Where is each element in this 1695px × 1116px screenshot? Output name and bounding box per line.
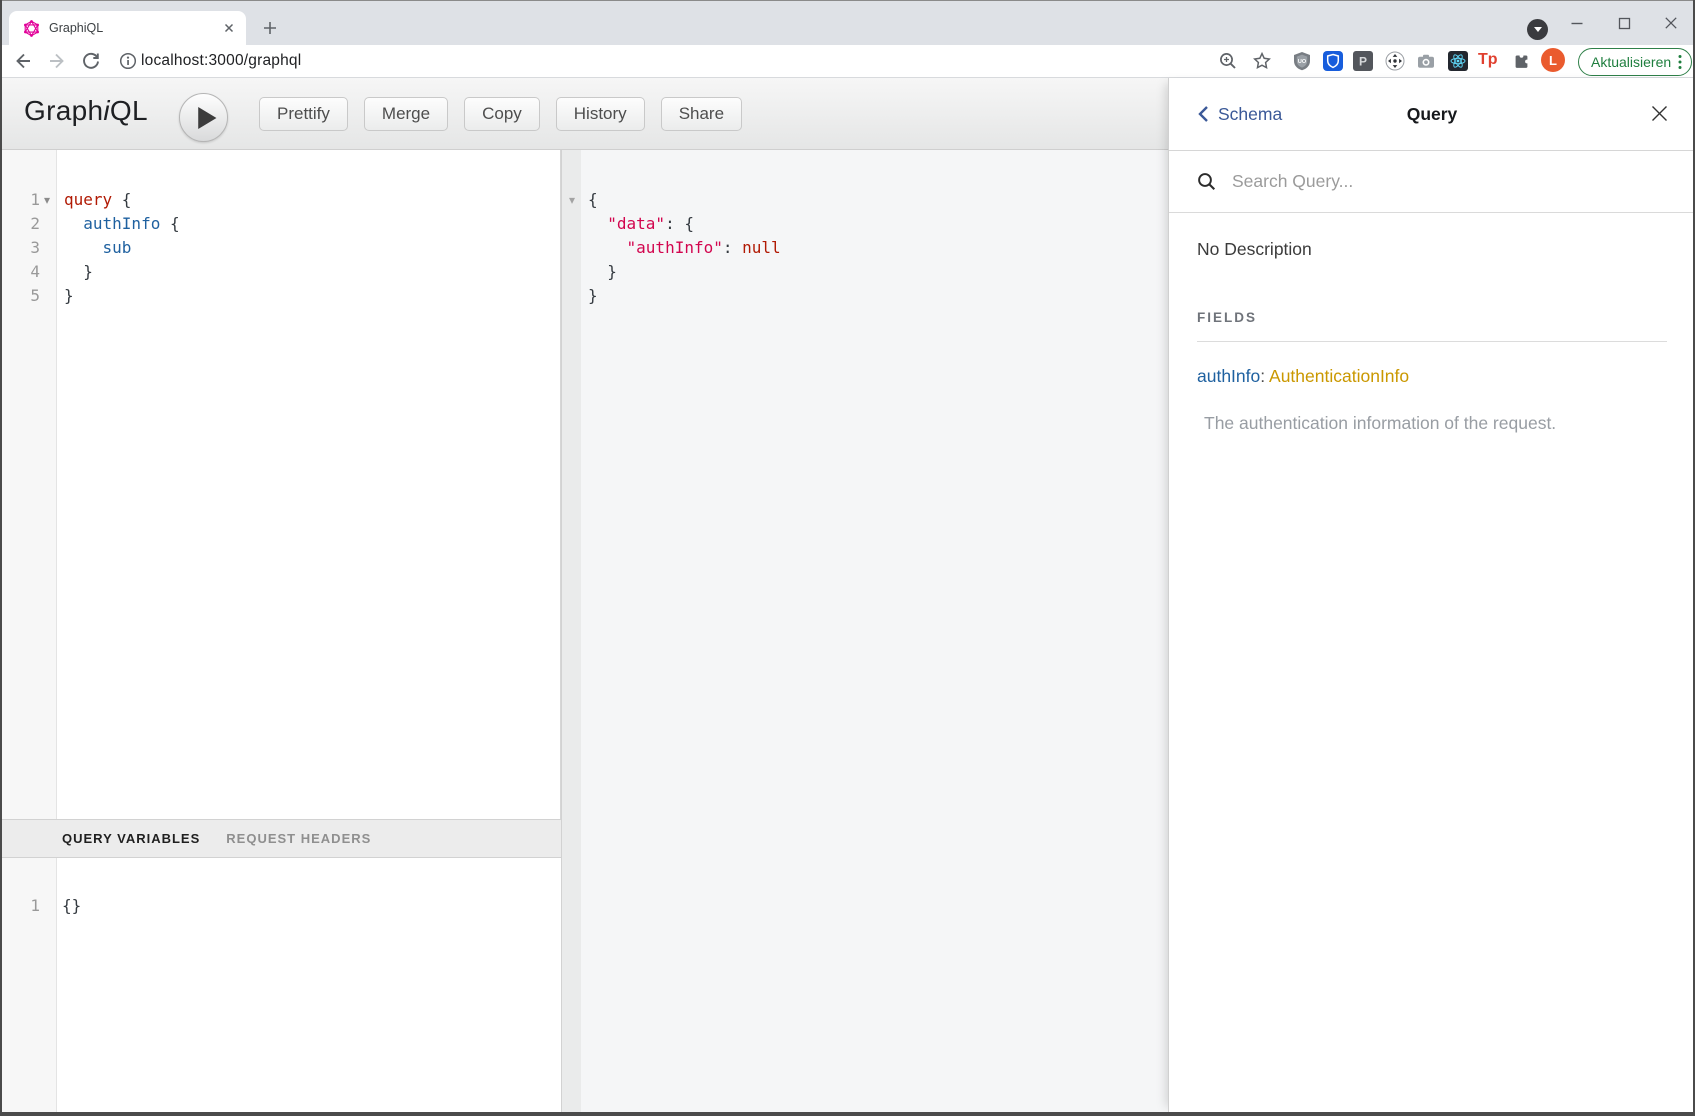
p-extension-icon[interactable]: P <box>1353 51 1373 71</box>
tab-close-icon[interactable] <box>222 21 236 35</box>
graphiql-logo: GraphiQL <box>24 95 148 127</box>
new-tab-button[interactable] <box>256 14 284 42</box>
graphiql-toolbar: GraphiQL Prettify Merge Copy History Share <box>0 78 1168 150</box>
window-edge-top <box>0 0 1695 1</box>
result-viewer-pane: { "data": { "authInfo": null }} <box>581 150 1168 1112</box>
graphql-favicon-icon <box>23 20 40 37</box>
doc-close-button[interactable] <box>1650 104 1669 123</box>
browser-tab-graphiql[interactable]: GraphiQL <box>9 11 246 45</box>
browser-window: GraphiQL localhost:3000/graphql <box>0 0 1695 1116</box>
doc-back-label: Schema <box>1218 104 1282 125</box>
doc-field-type[interactable]: AuthenticationInfo <box>1269 366 1409 386</box>
doc-field-description: The authentication information of the re… <box>1204 413 1667 434</box>
forward-icon[interactable] <box>47 51 67 71</box>
doc-search-input[interactable] <box>1230 170 1614 193</box>
fold-arrow-icon[interactable]: ▾ <box>44 194 50 206</box>
move-tool-icon[interactable] <box>1385 51 1405 71</box>
back-icon[interactable] <box>13 51 33 71</box>
site-info-icon[interactable] <box>118 51 138 71</box>
tp-extension-icon[interactable]: Tp <box>1478 51 1498 69</box>
doc-back-button[interactable]: Schema <box>1197 104 1282 125</box>
window-edge-left <box>0 0 2 1116</box>
chevron-left-icon <box>1197 105 1209 123</box>
doc-explorer-header: Schema Query <box>1169 78 1695 151</box>
react-devtools-icon[interactable] <box>1448 51 1468 71</box>
search-icon <box>1197 172 1217 192</box>
query-code[interactable]: query { authInfo { sub }} <box>64 188 180 308</box>
query-editor-pane[interactable]: 12345 ▾ query { authInfo { sub }} <box>2 150 561 819</box>
window-edge-bottom <box>0 1112 1695 1116</box>
p-extension-label: P <box>1359 55 1367 69</box>
variables-line-numbers: 1 <box>2 894 40 918</box>
doc-search-row <box>1169 151 1695 213</box>
update-browser-label: Aktualisieren <box>1591 54 1671 70</box>
doc-fields-heading: FIELDS <box>1197 310 1667 342</box>
tab-strip: GraphiQL <box>0 0 1695 45</box>
toolbar-button-history[interactable]: History <box>556 97 645 131</box>
update-browser-button[interactable]: Aktualisieren <box>1578 48 1692 76</box>
close-icon <box>1650 104 1669 123</box>
doc-field-name[interactable]: authInfo <box>1197 366 1260 386</box>
variables-code[interactable]: {} <box>62 894 81 918</box>
bookmark-star-icon[interactable] <box>1252 51 1272 71</box>
query-line-numbers: 12345 <box>2 188 40 308</box>
doc-field-row: authInfo: AuthenticationInfo <box>1197 366 1667 387</box>
bitwarden-icon[interactable] <box>1323 51 1343 71</box>
ublock-origin-icon[interactable]: UO <box>1292 51 1312 71</box>
tab-request-headers[interactable]: REQUEST HEADERS <box>226 831 371 846</box>
doc-explorer-panel: Schema Query No Description FIELDS authI… <box>1168 78 1695 1112</box>
window-maximize-button[interactable] <box>1601 8 1647 38</box>
ublock-badge-text: UO <box>1298 59 1307 65</box>
toolbar-button-prettify[interactable]: Prettify <box>259 97 348 131</box>
doc-field-colon: : <box>1260 366 1265 386</box>
browser-update-indicator-icon[interactable] <box>1527 19 1548 40</box>
doc-type-description: No Description <box>1197 239 1667 260</box>
caret-down-icon <box>1534 27 1542 32</box>
window-close-button[interactable] <box>1648 8 1694 38</box>
variables-editor-pane[interactable]: 1 {} <box>2 858 561 1112</box>
result-json: { "data": { "authInfo": null }} <box>588 188 781 308</box>
toolbar-button-merge[interactable]: Merge <box>364 97 448 131</box>
toolbar-buttons: Prettify Merge Copy History Share <box>259 97 742 131</box>
pane-divider[interactable]: ▾ <box>561 150 581 1112</box>
tab-title: GraphiQL <box>49 21 222 35</box>
toolbar-button-copy[interactable]: Copy <box>464 97 540 131</box>
toolbar-button-share[interactable]: Share <box>661 97 742 131</box>
page-zoom-icon[interactable] <box>1218 51 1238 71</box>
result-fold-arrow-icon[interactable]: ▾ <box>564 194 580 206</box>
execute-query-button[interactable] <box>179 93 228 142</box>
variables-title-bar: QUERY VARIABLES REQUEST HEADERS <box>2 819 561 858</box>
extensions-puzzle-icon[interactable] <box>1511 51 1531 71</box>
play-icon <box>180 93 227 142</box>
chrome-menu-kebab-icon[interactable] <box>1678 54 1682 70</box>
tab-query-variables[interactable]: QUERY VARIABLES <box>62 831 200 846</box>
url-text[interactable]: localhost:3000/graphql <box>141 52 301 70</box>
window-minimize-button[interactable] <box>1554 8 1600 38</box>
reload-icon[interactable] <box>81 51 101 71</box>
profile-avatar[interactable]: L <box>1541 48 1565 72</box>
screenshot-camera-icon[interactable] <box>1416 51 1436 71</box>
